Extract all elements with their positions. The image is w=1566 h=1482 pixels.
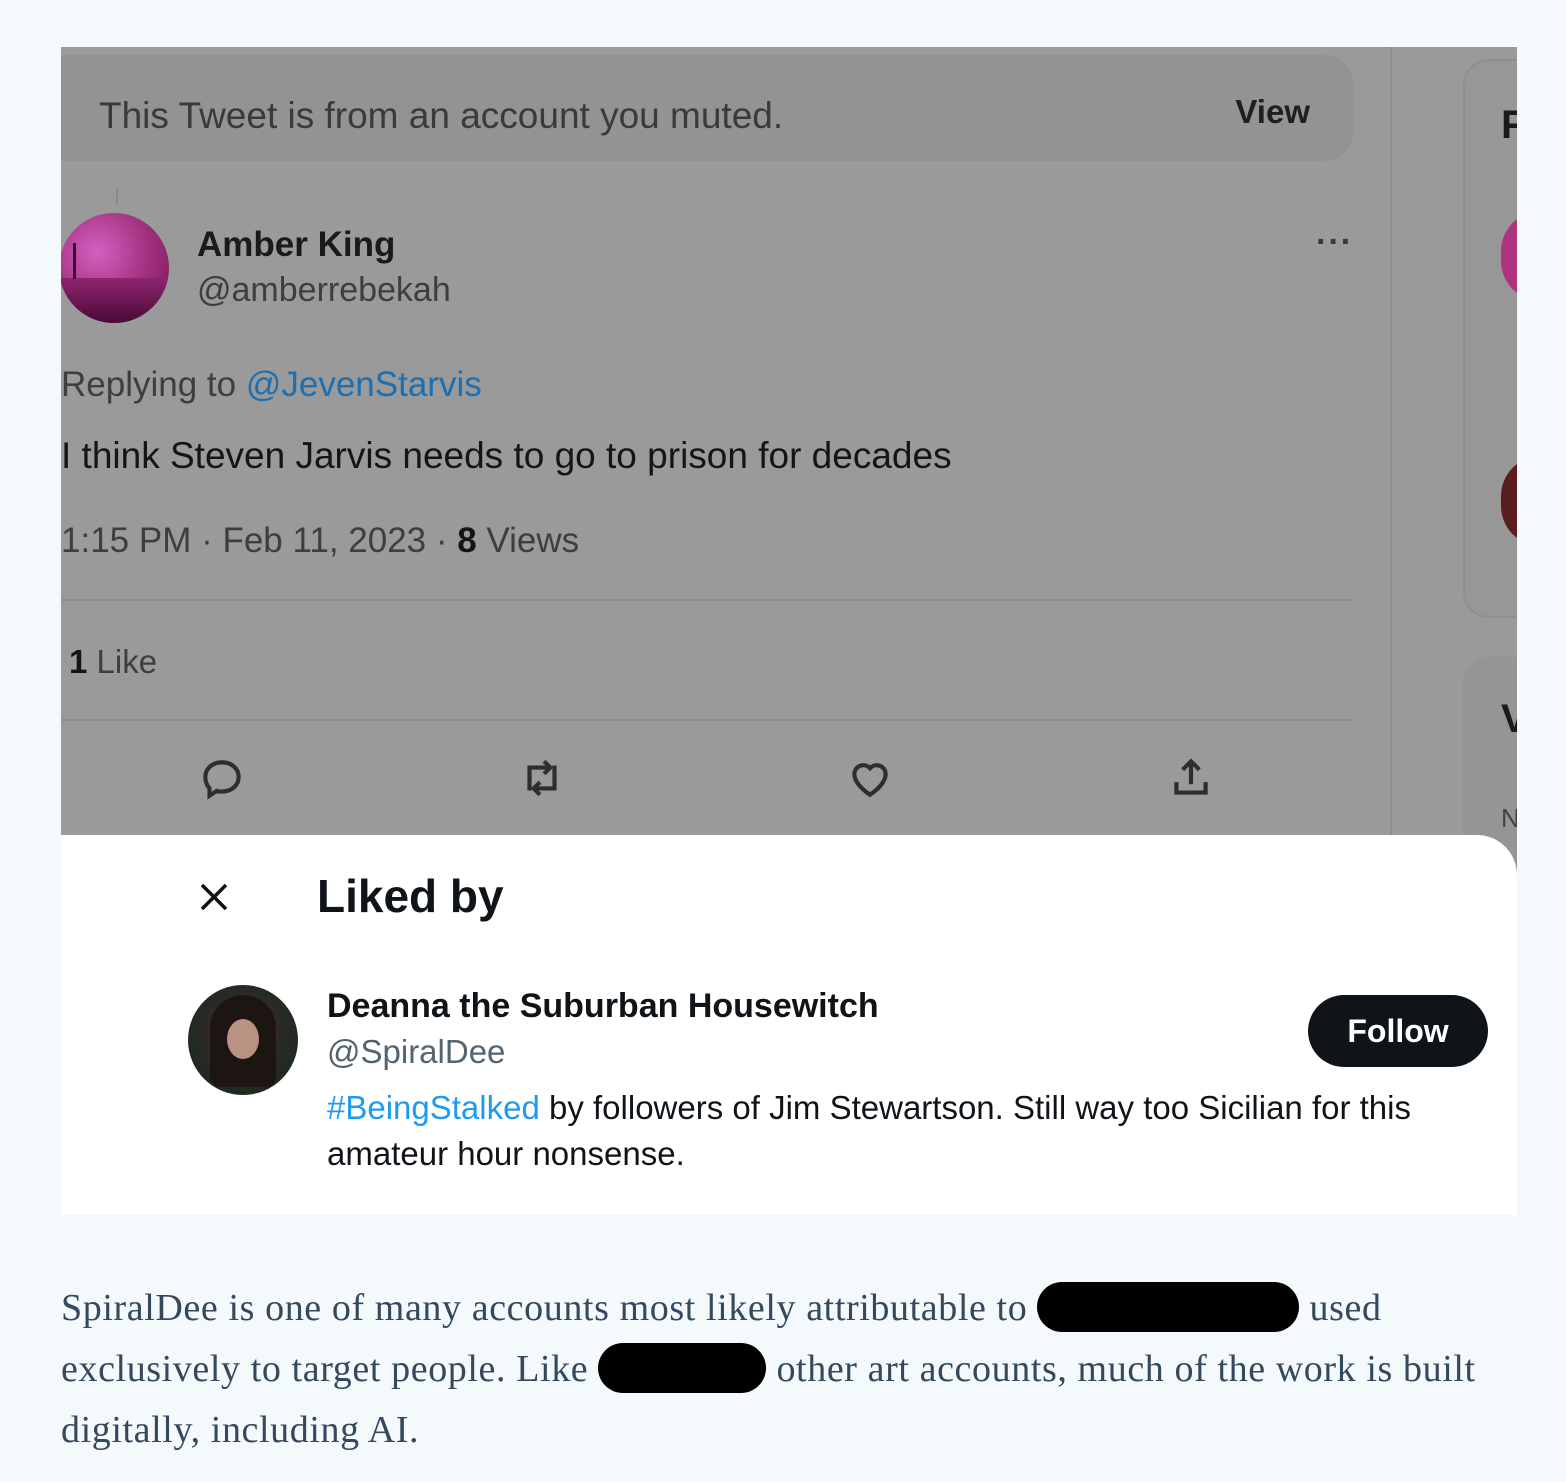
user-name[interactable]: Deanna the Suburban Housewitch — [327, 987, 879, 1026]
muted-notice-bar: This Tweet is from an account you muted.… — [61, 55, 1354, 161]
mention-link[interactable]: @JevenStarvis — [246, 365, 482, 404]
likes-link[interactable]: 1 Like — [69, 643, 157, 681]
sidebar-card: F — [1463, 59, 1517, 618]
caption-text: SpiralDee is one of many accounts most l… — [61, 1287, 1038, 1329]
likes-count: 1 — [69, 643, 88, 680]
redaction-mark — [1037, 1282, 1300, 1333]
author-handle[interactable]: @amberrebekah — [197, 271, 451, 310]
muted-notice-text: This Tweet is from an account you muted. — [99, 95, 784, 136]
sidebar-heading-fragment: F — [1501, 103, 1517, 147]
divider — [61, 599, 1354, 601]
tweet-timestamp[interactable]: 1:15 PM · Feb 11, 2023 · — [61, 521, 457, 560]
retweet-icon[interactable] — [517, 753, 567, 803]
user-bio: #BeingStalked by followers of Jim Stewar… — [327, 1085, 1467, 1177]
share-icon[interactable] — [1166, 753, 1216, 803]
replying-to: Replying to @JevenStarvis — [61, 365, 482, 404]
thread-line — [116, 188, 118, 206]
hashtag-link[interactable]: #BeingStalked — [327, 1089, 540, 1126]
likes-label: Like — [87, 643, 158, 680]
user-avatar[interactable] — [188, 985, 298, 1095]
tweet-screenshot: This Tweet is from an account you muted.… — [61, 47, 1517, 1215]
sidebar-heading-fragment: V — [1501, 697, 1517, 741]
sidebar-avatar — [1501, 211, 1517, 301]
reply-icon[interactable] — [197, 753, 247, 803]
divider — [61, 719, 1354, 721]
like-heart-icon[interactable] — [845, 753, 895, 803]
sidebar-text-fragment: N — [1501, 803, 1517, 833]
sidebar-avatar — [1501, 456, 1517, 546]
modal-title: Liked by — [317, 870, 504, 922]
column-divider — [1390, 47, 1392, 837]
tweet-meta: 1:15 PM · Feb 11, 2023 · 8 Views — [61, 521, 579, 561]
view-button[interactable]: View — [1235, 93, 1310, 131]
article-caption: SpiralDee is one of many accounts most l… — [61, 1278, 1501, 1461]
follow-button[interactable]: Follow — [1308, 995, 1488, 1067]
author-avatar[interactable] — [61, 213, 169, 323]
tweet-text: I think Steven Jarvis needs to go to pri… — [61, 435, 952, 476]
more-options-icon[interactable]: ··· — [1316, 223, 1353, 262]
close-icon[interactable] — [194, 877, 234, 917]
author-name[interactable]: Amber King — [197, 225, 395, 265]
views-count: 8 — [457, 521, 477, 560]
views-label: Views — [476, 521, 580, 560]
user-handle[interactable]: @SpiralDee — [327, 1033, 505, 1071]
redaction-mark — [598, 1343, 767, 1394]
liked-by-modal: Liked by Deanna the Suburban Housewitch … — [61, 835, 1517, 1215]
